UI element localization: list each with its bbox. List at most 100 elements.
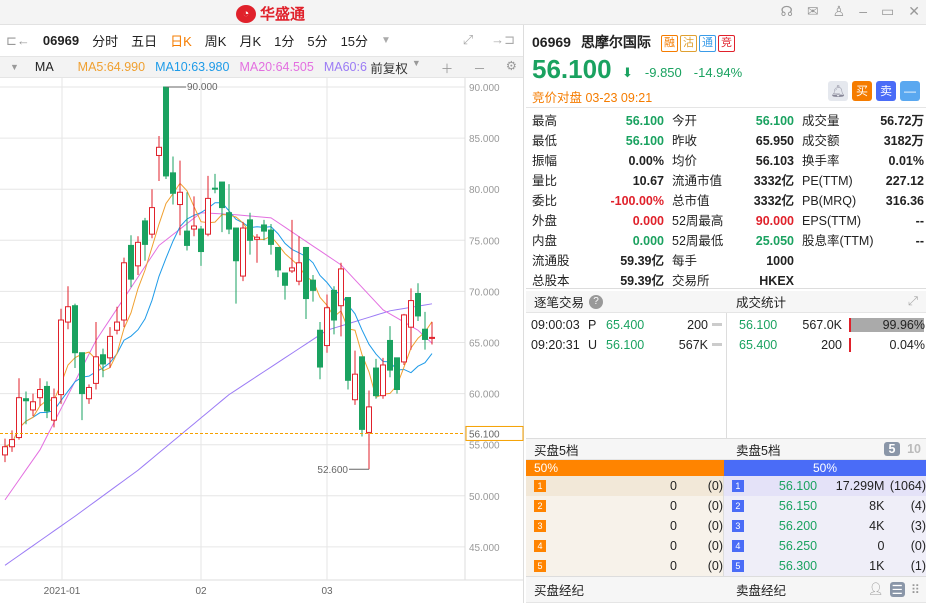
minus-button[interactable]: — — [900, 81, 920, 101]
stat-value: 0.01% — [888, 154, 924, 168]
grid-view-icon[interactable]: ⠿ — [911, 582, 920, 597]
stock-name: 思摩尔国际 — [580, 34, 651, 50]
candle-body — [86, 386, 92, 400]
depth-5-button[interactable]: 5 — [884, 442, 900, 456]
mail-icon[interactable]: ✉ — [807, 3, 819, 20]
order-book-row: 2 0 (0) 2 56.150 8K (4) — [526, 496, 926, 516]
candle-body — [331, 289, 337, 321]
expand-icon[interactable]: ⤢ — [908, 294, 918, 309]
last-price: 56.100 — [532, 54, 612, 84]
ask-price[interactable]: 56.250 — [744, 536, 817, 556]
stat-label: 每手 — [672, 254, 698, 268]
stat-value: 56.100 — [625, 114, 664, 128]
candle-body — [170, 172, 176, 194]
collapse-left-icon[interactable]: ⊏← — [6, 33, 30, 49]
stat-cell: 成交额 3182万 — [802, 131, 926, 151]
candle-body — [380, 364, 386, 397]
stat-cell: 换手率 0.01% — [802, 151, 926, 171]
ask-level: 3 — [732, 520, 744, 532]
help-icon[interactable]: ? — [589, 294, 604, 309]
ma10-value: MA10:63.980 — [155, 60, 230, 74]
stat-label: 振幅 — [532, 154, 558, 168]
tab-daily-k[interactable]: 日K — [170, 31, 192, 50]
candle-body — [51, 397, 57, 421]
maximize-icon[interactable]: ▭ — [881, 3, 894, 20]
candle-body — [261, 224, 267, 232]
stat-value: 227.12 — [885, 174, 924, 188]
stat-value: -100.00% — [610, 194, 664, 208]
stat-label: PB(MRQ) — [802, 194, 857, 208]
depth-10-button[interactable]: 10 — [907, 442, 921, 456]
stat-label: PE(TTM) — [802, 174, 853, 188]
ma20-line — [4, 212, 433, 501]
order-book-row: 3 0 (0) 3 56.200 4K (3) — [526, 516, 926, 536]
minimize-icon[interactable]: – — [859, 3, 867, 20]
stat-cell: 昨收 65.950 — [672, 131, 802, 151]
tab-monthly-k[interactable]: 月K — [239, 31, 261, 50]
person-icon[interactable]: 👤︎ — [868, 582, 884, 597]
chevron-down-icon[interactable]: ▼ — [412, 58, 421, 77]
candle-body — [240, 227, 246, 277]
stat-cell: 流通市值 3332亿 — [672, 171, 802, 191]
bid-volume: 0 — [670, 559, 677, 573]
stat-label: 今开 — [672, 114, 698, 128]
expand-right-icon[interactable]: →⊐ — [491, 32, 515, 48]
alert-bell-button[interactable]: 🔔︎ — [828, 81, 848, 101]
bid-title: 买盘5档 — [534, 443, 579, 458]
tab-weekly-k[interactable]: 周K — [205, 31, 227, 50]
bid-volume: 0 — [670, 519, 677, 533]
headset-icon[interactable]: ☊ — [781, 3, 793, 20]
ask-price[interactable]: 56.100 — [744, 476, 817, 496]
candle-body — [268, 229, 274, 245]
candle-body — [163, 86, 169, 177]
stat-cell: 每手 1000 — [672, 251, 802, 271]
auction-status: 竞价对盘 03-23 09:21 — [532, 91, 653, 105]
candle-body — [191, 225, 197, 230]
adjust-select[interactable]: 前复权 — [370, 58, 408, 77]
candle-body — [79, 352, 85, 395]
stat-label: 均价 — [672, 154, 698, 168]
ask-price[interactable]: 56.300 — [744, 556, 817, 576]
candle-body — [114, 321, 120, 331]
buy-button[interactable]: 买 — [852, 81, 872, 101]
candle-body — [205, 197, 211, 235]
close-icon[interactable]: ✕ — [908, 3, 920, 20]
y-tick-label: 90.000 — [469, 83, 500, 94]
quote-code: 06969 — [532, 34, 571, 50]
bid-count: (0) — [707, 519, 723, 533]
chevron-down-icon[interactable]: ▼ — [10, 62, 19, 72]
ask-price[interactable]: 56.150 — [744, 496, 817, 516]
tab-15min[interactable]: 15分 — [341, 31, 368, 50]
bid-level: 4 — [534, 540, 546, 552]
candle-body — [289, 267, 295, 272]
kline-chart[interactable]: 90.000 85.000 80.000 75.000 70.000 65.000 60.0… — [0, 78, 524, 603]
ask-price[interactable]: 56.200 — [744, 516, 817, 536]
stat-value: -- — [915, 234, 924, 248]
ma-label[interactable]: MA — [35, 60, 54, 74]
candle-body — [16, 397, 22, 439]
list-view-icon[interactable]: ☰ — [889, 582, 905, 597]
stat-price: 56.100 — [739, 318, 778, 332]
tab-1min[interactable]: 1分 — [274, 31, 294, 50]
chevron-down-icon[interactable]: ▼ — [381, 35, 391, 46]
quote-panel: 06969 思摩尔国际 融沽通竞 56.100 ⬇ -9.850 -14.94% 竞价… — [526, 25, 926, 603]
y-tick-label: 45.000 — [469, 543, 500, 554]
logo-icon: ◔ — [236, 4, 256, 23]
tab-5day[interactable]: 五日 — [131, 31, 157, 50]
zoom-in-icon[interactable]: ＋ — [441, 58, 454, 77]
fullscreen-icon[interactable]: ⤢ — [463, 32, 473, 48]
bid-ratio-bar: 50% — [526, 460, 724, 476]
tab-intraday[interactable]: 分时 — [92, 31, 118, 50]
candle-body — [373, 367, 379, 397]
tab-5min[interactable]: 5分 — [307, 31, 327, 50]
zoom-out-icon[interactable]: － — [473, 58, 486, 77]
shirt-icon[interactable]: ♙ — [833, 3, 846, 20]
sell-button[interactable]: 卖 — [876, 81, 896, 101]
candle-body — [128, 244, 134, 280]
bid-count: (0) — [707, 539, 723, 553]
stat-cell: 52周最低 25.050 — [672, 231, 802, 251]
gear-icon[interactable]: ⚙ — [506, 58, 517, 77]
bid-broker-title: 买盘经纪 — [534, 584, 585, 598]
stat-label: 总市值 — [672, 194, 710, 208]
stat-value: 3332亿 — [753, 194, 794, 208]
